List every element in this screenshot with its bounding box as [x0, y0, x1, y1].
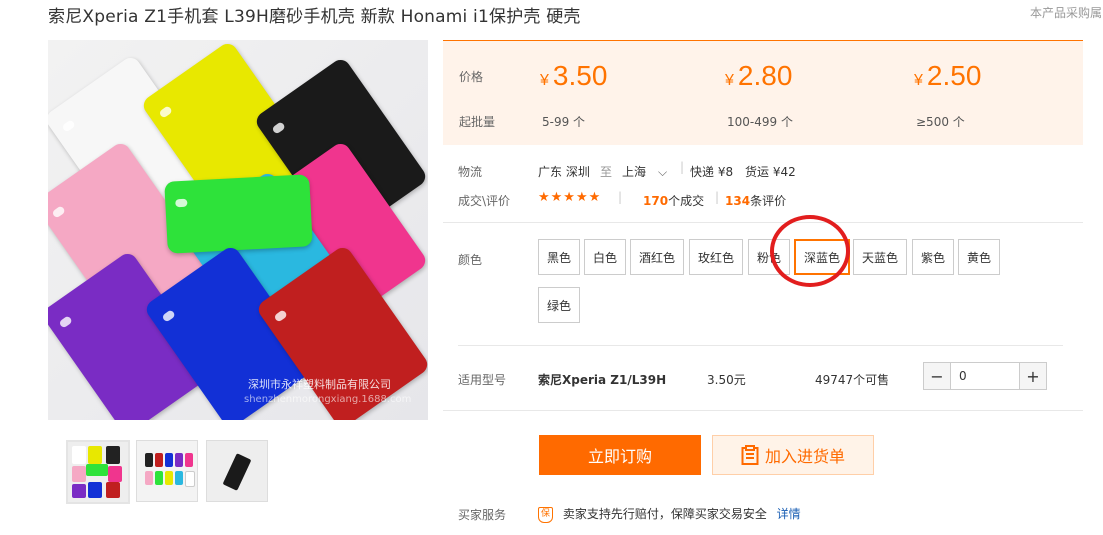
service-label: 买家服务 — [458, 508, 507, 522]
buy-now-button[interactable]: 立即订购 — [539, 435, 701, 475]
procurement-note: 本产品采购属 — [1030, 6, 1103, 20]
guarantee-text: 卖家支持先行赔付，保障买家交易安全 — [562, 507, 767, 521]
express-fee: 快递 ¥8 — [690, 165, 734, 179]
guarantee-details-link[interactable]: 详情 — [777, 507, 801, 521]
thumbnail-3[interactable] — [206, 440, 268, 502]
deals-count[interactable]: 170个成交 — [643, 192, 704, 209]
color-option-wine-red[interactable]: 酒红色 — [630, 239, 685, 275]
ship-to-word: 至 — [600, 165, 613, 179]
price-tier-3: ¥2.50 — [914, 60, 982, 91]
logistics-label: 物流 — [458, 165, 483, 179]
separator — [458, 345, 1063, 346]
model-name: 索尼Xperia Z1/L39H — [538, 373, 667, 387]
decrement-button[interactable]: − — [924, 363, 950, 389]
divider: | — [618, 190, 623, 204]
model-label: 适用型号 — [458, 373, 507, 387]
thumbnail-2[interactable] — [136, 440, 198, 502]
chevron-down-icon: ⌵ — [658, 165, 668, 179]
qty-tier-2: 100-499 个 — [727, 115, 793, 129]
divider: | — [715, 190, 720, 204]
clipboard-icon — [741, 445, 759, 465]
price-tier-1: ¥3.50 — [540, 60, 608, 91]
ship-from: 广东 深圳 — [538, 165, 590, 179]
ship-dest-label: 上海 — [622, 165, 647, 179]
ship-dest-select[interactable]: 上海 ⌵ — [622, 163, 667, 180]
shield-icon: 保 — [538, 506, 553, 523]
color-option-yellow[interactable]: 黄色 — [958, 239, 1001, 275]
model-stock: 49747个可售 — [815, 373, 890, 387]
rating-stars: ★★★★★ — [538, 190, 602, 205]
image-watermark: 深圳市永祥塑料制品有限公司 — [248, 378, 391, 391]
guarantee-row: 保 卖家支持先行赔付，保障买家交易安全 详情 — [538, 505, 801, 523]
color-option-pink[interactable]: 粉色 — [748, 239, 791, 275]
thumbnail-1[interactable] — [66, 440, 130, 504]
qty-tier-1: 5-99 个 — [542, 115, 586, 129]
image-watermark-url: shenzhenmorongxiang.1688.com — [244, 394, 412, 405]
price-label: 价格 — [459, 70, 484, 84]
divider: | — [680, 160, 685, 174]
add-to-cart-button[interactable]: 加入进货单 — [712, 435, 874, 475]
qty-tier-3: ≥500 个 — [916, 115, 965, 129]
color-option-black[interactable]: 黑色 — [538, 239, 581, 275]
add-to-cart-label: 加入进货单 — [764, 447, 845, 466]
color-option-green[interactable]: 绿色 — [538, 287, 581, 323]
price-tier-2: ¥2.80 — [725, 60, 793, 91]
quantity-stepper: − 0 + — [923, 362, 1047, 390]
color-option-sky-blue[interactable]: 天蓝色 — [853, 239, 908, 275]
model-price: 3.50元 — [707, 373, 746, 387]
main-product-image[interactable]: 深圳市永祥塑料制品有限公司 shenzhenmorongxiang.1688.c… — [48, 40, 428, 420]
color-option-white[interactable]: 白色 — [584, 239, 627, 275]
reviews-label: 成交\评价 — [458, 194, 511, 208]
separator — [443, 222, 1083, 223]
freight-fee: 货运 ¥42 — [745, 165, 796, 179]
review-count[interactable]: 134条评价 — [725, 192, 786, 209]
separator — [443, 410, 1083, 411]
color-label: 颜色 — [458, 253, 483, 267]
moq-label: 起批量 — [459, 115, 496, 129]
increment-button[interactable]: + — [1020, 363, 1046, 389]
product-title: 索尼Xperia Z1手机套 L39H磨砂手机壳 新款 Honami i1保护壳… — [48, 7, 581, 27]
color-option-rose-red[interactable]: 玫红色 — [689, 239, 744, 275]
color-option-dark-blue[interactable]: 深蓝色 — [794, 239, 851, 275]
quantity-input[interactable]: 0 — [950, 363, 1020, 389]
color-option-purple[interactable]: 紫色 — [912, 239, 955, 275]
